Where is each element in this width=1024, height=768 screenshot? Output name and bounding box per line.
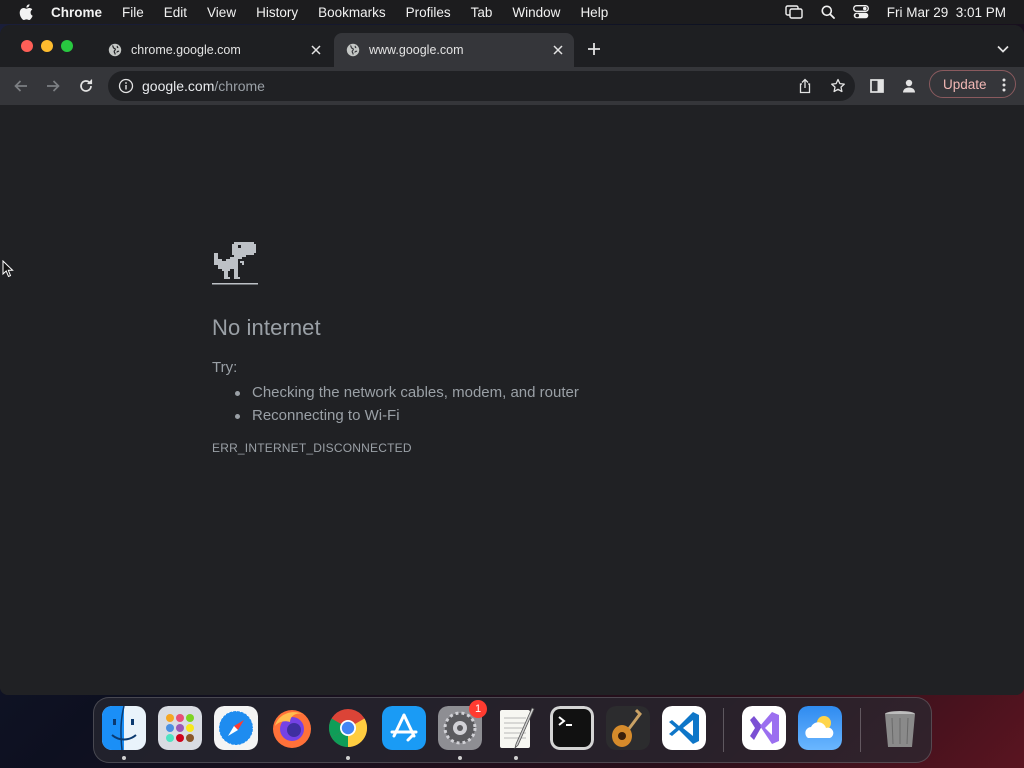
launchpad-icon[interactable] xyxy=(158,706,202,750)
chrome-icon[interactable] xyxy=(326,706,370,750)
suggestion-list: Checking the network cables, modem, and … xyxy=(232,381,579,427)
suggestion-item: Reconnecting to Wi-Fi xyxy=(232,404,579,427)
textedit-icon[interactable] xyxy=(494,706,538,750)
tab-close-icon[interactable] xyxy=(308,42,324,58)
apple-menu-icon[interactable] xyxy=(17,3,35,21)
error-title: No internet xyxy=(212,315,321,340)
window-minimize-button[interactable] xyxy=(41,40,53,52)
control-center-icon[interactable] xyxy=(852,5,869,19)
update-label: Update xyxy=(943,76,987,92)
running-indicator xyxy=(458,756,462,760)
new-tab-button[interactable] xyxy=(585,40,603,58)
weather-icon[interactable] xyxy=(798,706,842,750)
visual-studio-icon[interactable] xyxy=(742,706,786,750)
menu-app-name[interactable]: Chrome xyxy=(51,5,102,20)
screen-mirroring-icon[interactable] xyxy=(785,5,803,19)
error-code: ERR_INTERNET_DISCONNECTED xyxy=(212,441,412,455)
dock: 1 xyxy=(93,697,932,763)
menu-bar: Chrome File Edit View History Bookmarks … xyxy=(0,0,1024,24)
update-button[interactable]: Update xyxy=(929,70,1016,98)
url-path: /chrome xyxy=(214,78,265,94)
spotlight-search-icon[interactable] xyxy=(821,5,835,19)
trash-icon[interactable] xyxy=(878,706,922,750)
running-indicator xyxy=(122,756,126,760)
back-button[interactable] xyxy=(11,76,31,96)
notification-badge: 1 xyxy=(469,700,487,718)
tab-www-google[interactable]: www.google.com xyxy=(334,33,574,67)
app-store-icon[interactable] xyxy=(382,706,426,750)
tab-search-chevron-icon[interactable] xyxy=(996,42,1010,56)
window-close-button[interactable] xyxy=(21,40,33,52)
finder-icon[interactable] xyxy=(102,706,146,750)
address-bar[interactable]: google.com /chrome xyxy=(108,71,855,101)
profile-avatar-icon[interactable] xyxy=(899,76,919,96)
try-label: Try: xyxy=(212,359,238,376)
firefox-icon[interactable] xyxy=(270,706,314,750)
menu-edit[interactable]: Edit xyxy=(164,5,187,20)
menu-history[interactable]: History xyxy=(256,5,298,20)
tab-close-icon[interactable] xyxy=(550,42,566,58)
site-info-icon[interactable] xyxy=(118,78,134,94)
globe-icon xyxy=(346,43,360,57)
more-menu-icon[interactable] xyxy=(1002,77,1006,93)
error-page: No internet Try: Checking the network ca… xyxy=(0,105,1024,695)
window-zoom-button[interactable] xyxy=(61,40,73,52)
suggestion-item: Checking the network cables, modem, and … xyxy=(232,381,579,404)
tab-title: www.google.com xyxy=(369,43,464,57)
forward-button[interactable] xyxy=(43,76,63,96)
vscode-icon[interactable] xyxy=(662,706,706,750)
menu-help[interactable]: Help xyxy=(580,5,608,20)
running-indicator xyxy=(514,756,518,760)
garageband-icon[interactable] xyxy=(606,706,650,750)
tab-chrome-google[interactable]: chrome.google.com xyxy=(96,33,332,67)
url-host: google.com xyxy=(142,78,215,94)
share-icon[interactable] xyxy=(797,78,813,94)
menu-tab[interactable]: Tab xyxy=(471,5,493,20)
bookmark-star-icon[interactable] xyxy=(830,78,846,94)
menu-window[interactable]: Window xyxy=(512,5,560,20)
globe-icon xyxy=(108,43,122,57)
menu-profiles[interactable]: Profiles xyxy=(406,5,451,20)
reload-button[interactable] xyxy=(76,76,96,96)
dock-separator xyxy=(860,708,861,752)
dock-separator xyxy=(723,708,724,752)
side-panel-button[interactable] xyxy=(867,76,887,96)
chrome-window: chrome.google.com www.google.com google.… xyxy=(0,25,1024,695)
mouse-pointer-icon xyxy=(2,260,14,278)
safari-icon[interactable] xyxy=(214,706,258,750)
menu-view[interactable]: View xyxy=(207,5,236,20)
browser-toolbar: google.com /chrome Update xyxy=(0,67,1024,105)
terminal-icon[interactable] xyxy=(550,706,594,750)
offline-dino-icon xyxy=(212,242,258,285)
menu-bookmarks[interactable]: Bookmarks xyxy=(318,5,386,20)
menubar-clock[interactable]: Fri Mar 29 3:01 PM xyxy=(887,5,1006,20)
tab-title: chrome.google.com xyxy=(131,43,241,57)
tab-strip: chrome.google.com www.google.com xyxy=(0,25,1024,67)
menu-file[interactable]: File xyxy=(122,5,144,20)
running-indicator xyxy=(346,756,350,760)
